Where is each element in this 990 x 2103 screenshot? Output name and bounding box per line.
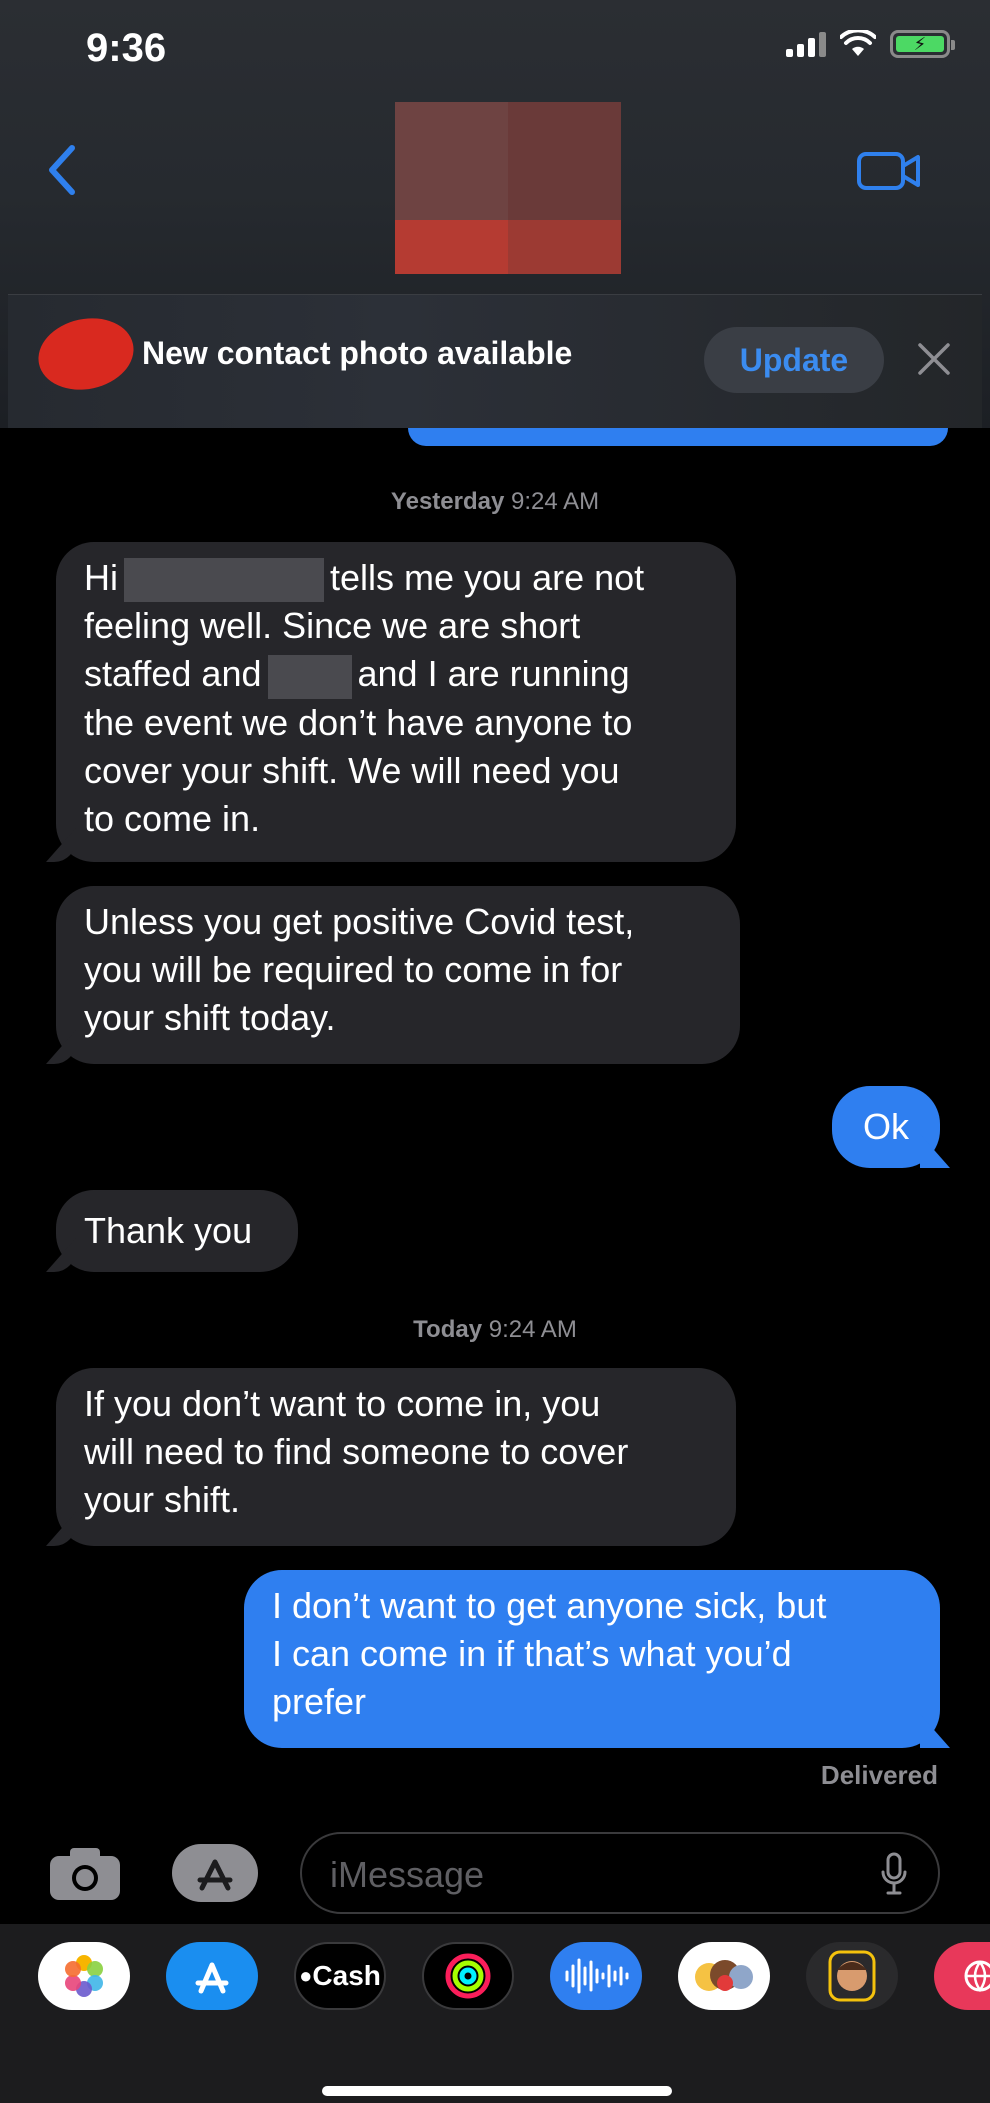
app-store-icon bbox=[197, 1859, 233, 1891]
message-outgoing-ok[interactable]: Ok bbox=[832, 1086, 940, 1168]
web-search-app-icon[interactable] bbox=[934, 1942, 990, 2010]
activity-rings-icon bbox=[445, 1953, 491, 1999]
globe-icon bbox=[964, 1960, 990, 1993]
memoji-face-icon bbox=[828, 1950, 876, 2002]
close-icon[interactable] bbox=[916, 341, 952, 377]
conversation-header: 9:36 ⚡ New contact photo available Updat… bbox=[0, 0, 990, 428]
status-icons: ⚡ bbox=[786, 30, 955, 58]
memoji-app-icon[interactable] bbox=[806, 1942, 898, 2010]
wifi-icon bbox=[840, 30, 876, 56]
message-incoming-2[interactable]: Unless you get positive Covid test, you … bbox=[56, 886, 740, 1064]
camera-icon[interactable] bbox=[48, 1844, 122, 1902]
waveform-icon bbox=[565, 1958, 629, 1994]
previous-outgoing-bubble bbox=[408, 428, 948, 446]
microphone-icon[interactable] bbox=[880, 1852, 908, 1896]
cellular-signal-icon bbox=[786, 31, 826, 57]
video-call-icon[interactable] bbox=[856, 148, 922, 194]
banner-avatar-redacted bbox=[31, 309, 141, 399]
message-outgoing-2[interactable]: I don’t want to get anyone sick, but I c… bbox=[244, 1570, 940, 1748]
update-button[interactable]: Update bbox=[704, 327, 884, 393]
animoji-app-icon[interactable] bbox=[678, 1942, 770, 2010]
back-chevron-icon[interactable] bbox=[42, 140, 82, 200]
message-incoming-3[interactable]: Thank you bbox=[56, 1190, 298, 1272]
animoji-faces-icon bbox=[695, 1960, 753, 1991]
message-incoming-4[interactable]: If you don’t want to come in, you will n… bbox=[56, 1368, 736, 1546]
contact-photo-banner: New contact photo available Update bbox=[8, 294, 982, 428]
home-indicator[interactable] bbox=[322, 2086, 672, 2096]
contact-avatar-censored[interactable] bbox=[395, 102, 621, 274]
activity-app-icon[interactable] bbox=[422, 1942, 514, 2010]
apple-cash-app-icon[interactable]: ● Cash bbox=[294, 1942, 386, 2010]
app-store-a-icon bbox=[195, 1962, 229, 1994]
photos-flower-icon bbox=[65, 1955, 103, 1997]
redacted-name bbox=[124, 558, 324, 603]
timestamp-yesterday: Yesterday 9:24 AM bbox=[390, 488, 600, 515]
audio-message-app-icon[interactable] bbox=[550, 1942, 642, 2010]
redacted-name bbox=[267, 654, 352, 699]
photos-app-icon[interactable] bbox=[38, 1942, 130, 2010]
apple-cash-label: Cash bbox=[312, 1960, 381, 1991]
imessage-placeholder: iMessage bbox=[330, 1854, 485, 1895]
app-store-app-icon[interactable] bbox=[166, 1942, 258, 2010]
message-incoming-1[interactable]: Hi tells me you are not feeling well. Sin… bbox=[56, 542, 736, 862]
imessage-input[interactable]: iMessage bbox=[300, 1832, 940, 1914]
delivery-status: Delivered bbox=[820, 1760, 938, 1790]
timestamp-today: Today 9:24 AM bbox=[413, 1316, 577, 1343]
status-time: 9:36 bbox=[86, 26, 167, 70]
banner-text: New contact photo available bbox=[142, 335, 573, 371]
battery-charging-icon: ⚡ bbox=[890, 30, 955, 58]
imessage-app-strip: ● Cash bbox=[0, 1924, 990, 2103]
app-store-drawer-button[interactable] bbox=[172, 1844, 258, 1902]
apple-logo-icon: ● bbox=[299, 1963, 313, 1988]
